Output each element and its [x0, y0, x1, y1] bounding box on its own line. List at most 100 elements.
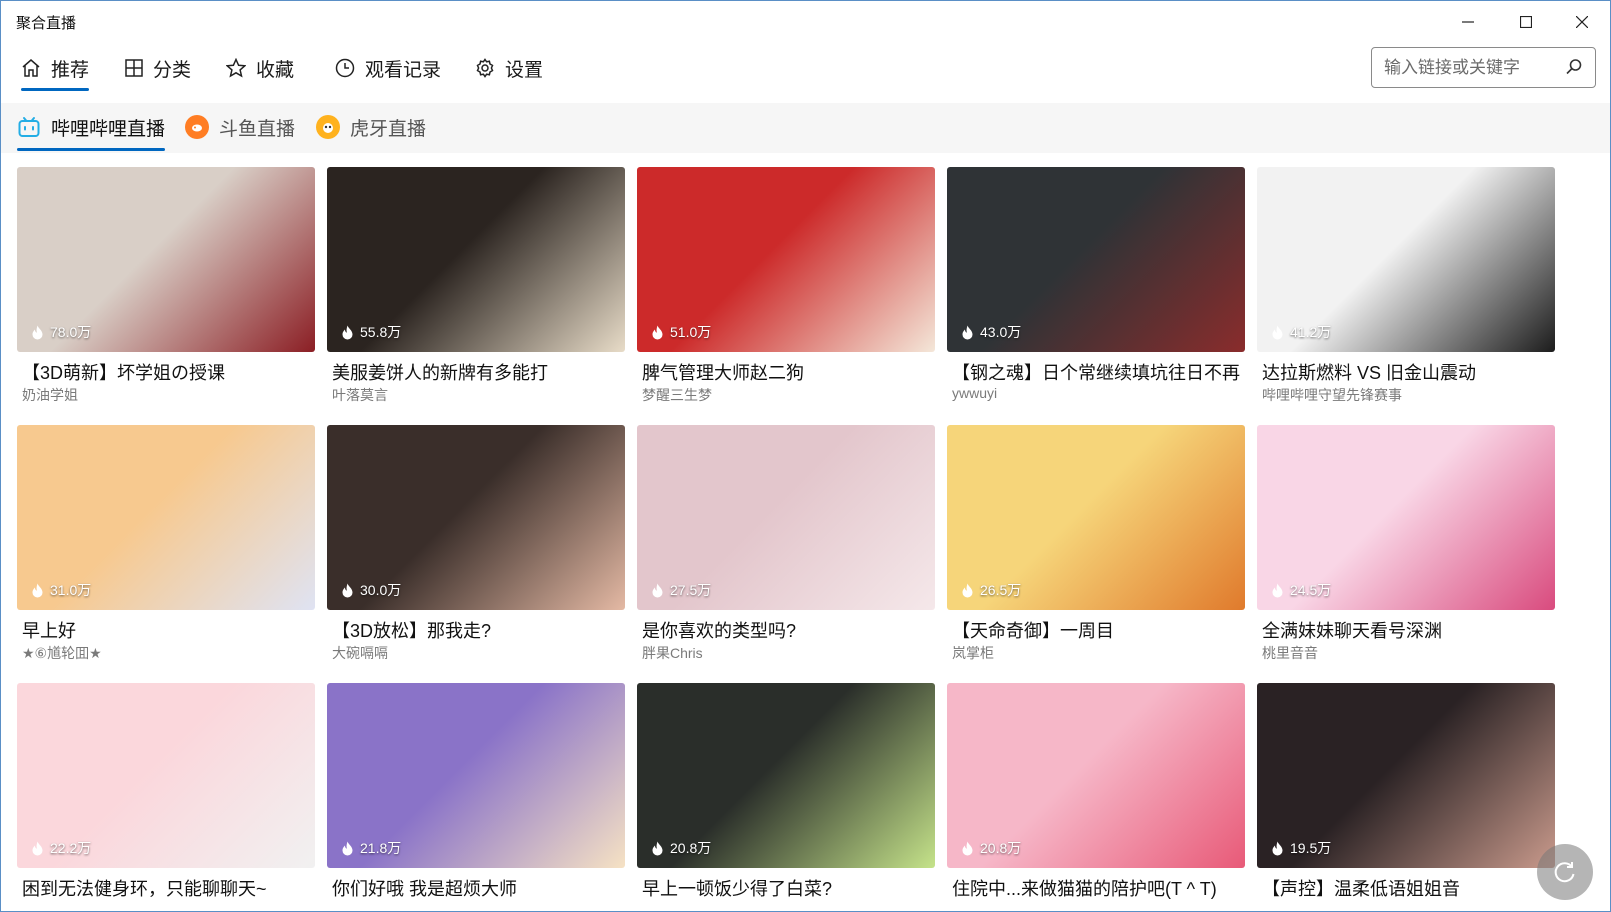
room-thumbnail[interactable]: 78.0万: [17, 167, 315, 352]
room-card[interactable]: 78.0万 【3D萌新】坏学姐の授课 奶油学姐: [17, 167, 315, 407]
viewer-count-label: 22.2万: [50, 840, 92, 856]
viewer-count-label: 21.8万: [360, 840, 402, 856]
minimize-icon: [1462, 21, 1474, 23]
room-card[interactable]: 19.5万【声控】温柔低语姐姐音: [1257, 683, 1555, 911]
maximize-button[interactable]: [1498, 1, 1554, 43]
room-thumbnail[interactable]: 26.5万: [947, 425, 1245, 610]
refresh-button[interactable]: [1537, 844, 1593, 900]
viewer-count-label: 19.5万: [1290, 840, 1332, 856]
room-title: 美服姜饼人的新牌有多能打: [332, 363, 548, 383]
tab-label: 虎牙直播: [350, 118, 427, 140]
title-bar: 聚合直播: [1, 1, 1610, 43]
streamer-name: ★⑥馗轮囬★: [22, 645, 102, 661]
room-card[interactable]: 27.5万是你喜欢的类型吗? 胖果Chris: [637, 425, 935, 665]
maximize-icon: [1520, 16, 1532, 28]
viewer-count-label: 20.8万: [670, 840, 712, 856]
viewer-count: 21.8万: [341, 838, 401, 858]
room-card[interactable]: 20.8万 早上一顿饭少得了白菜?: [637, 683, 935, 911]
clock-icon: [335, 58, 355, 78]
minimize-button[interactable]: [1440, 1, 1496, 43]
app-title: 聚合直播: [16, 15, 77, 32]
room-card[interactable]: 22.2万 困到无法健身环，只能聊聊天~: [17, 683, 315, 911]
room-card[interactable]: 51.0万脾气管理大师赵二狗梦醒三生梦: [637, 167, 935, 407]
viewer-count: 43.0万: [961, 322, 1021, 342]
room-thumbnail[interactable]: 30.0万: [327, 425, 625, 610]
tab-douyu[interactable]: 斗鱼直播: [185, 109, 295, 145]
room-thumbnail[interactable]: 20.8万: [947, 683, 1245, 868]
streamer-name: 胖果Chris: [642, 645, 703, 661]
viewer-count-label: 26.5万: [980, 582, 1022, 598]
room-card[interactable]: 24.5万 全满妹妹聊天看号深渊 桃里音音: [1257, 425, 1555, 665]
nav-item-history[interactable]: 观看记录: [335, 47, 441, 89]
room-title: 【3D放松】那我走?: [332, 621, 492, 641]
room-title: 达拉斯燃料 VS 旧金山震动: [1262, 363, 1477, 383]
nav-label: 收藏: [256, 59, 295, 81]
room-thumbnail[interactable]: 43.0万: [947, 167, 1245, 352]
room-thumbnail[interactable]: 31.0万: [17, 425, 315, 610]
room-thumbnail[interactable]: 22.2万: [17, 683, 315, 868]
search-icon[interactable]: [1565, 58, 1583, 81]
nav-item-settings[interactable]: 设置: [475, 47, 543, 89]
fire-icon: [32, 841, 43, 855]
nav-item-category[interactable]: 分类: [125, 47, 191, 89]
room-thumbnail[interactable]: 55.8万: [327, 167, 625, 352]
viewer-count-label: 41.2万: [1290, 324, 1332, 340]
room-card[interactable]: 43.0万 【钢之魂】日个常继续填坑往日不再 ywwuyi: [947, 167, 1245, 407]
room-title: 早上好: [22, 621, 76, 641]
fire-icon: [652, 325, 663, 339]
huya-logo-icon: [316, 115, 340, 139]
viewer-count: 78.0万: [31, 322, 91, 342]
room-thumbnail[interactable]: 27.5万: [637, 425, 935, 610]
room-title: 脾气管理大师赵二狗: [642, 363, 804, 383]
room-thumbnail[interactable]: 51.0万: [637, 167, 935, 352]
viewer-count-label: 20.8万: [980, 840, 1022, 856]
viewer-count: 30.0万: [341, 580, 401, 600]
nav-item-recommend[interactable]: 推荐: [21, 47, 90, 91]
tab-bilibili[interactable]: 哔哩哔哩直播: [17, 109, 166, 151]
nav-label: 设置: [505, 59, 544, 81]
room-card[interactable]: 55.8万美服姜饼人的新牌有多能打叶落莫言: [327, 167, 625, 407]
room-thumbnail[interactable]: 24.5万: [1257, 425, 1555, 610]
fire-icon: [32, 583, 43, 597]
viewer-count: 55.8万: [341, 322, 401, 342]
nav-item-favorites[interactable]: 收藏: [226, 47, 294, 89]
search-box[interactable]: [1371, 47, 1596, 88]
room-card[interactable]: 21.8万 你们好哦 我是超烦大师: [327, 683, 625, 911]
viewer-count: 24.5万: [1271, 580, 1331, 600]
streamer-name: 哔哩哔哩守望先锋赛事: [1262, 387, 1402, 403]
app-window: 聚合直播 推荐 分类 收藏 观看记录 设置 输入链接或关键字 哔哩哔哩直播 斗鱼…: [0, 0, 1611, 912]
streamer-name: 叶落莫言: [332, 387, 388, 403]
fire-icon: [652, 841, 663, 855]
fire-icon: [1272, 841, 1283, 855]
room-thumbnail[interactable]: 21.8万: [327, 683, 625, 868]
room-card[interactable]: 31.0万早上好 ★⑥馗轮囬★: [17, 425, 315, 665]
room-card[interactable]: 30.0万【3D放松】那我走? 大碗嗝嗝: [327, 425, 625, 665]
close-button[interactable]: [1554, 1, 1610, 43]
fire-icon: [1272, 583, 1283, 597]
tab-huya[interactable]: 虎牙直播: [316, 109, 426, 145]
nav-label: 观看记录: [365, 59, 442, 81]
room-title: 住院中...来做猫猫的陪护吧(T ^ T): [952, 879, 1217, 899]
viewer-count: 19.5万: [1271, 838, 1331, 858]
room-thumbnail[interactable]: 19.5万: [1257, 683, 1555, 868]
fire-icon: [342, 325, 353, 339]
nav-label: 推荐: [51, 59, 90, 81]
room-card[interactable]: 41.2万达拉斯燃料 VS 旧金山震动哔哩哔哩守望先锋赛事: [1257, 167, 1555, 407]
search-input[interactable]: [1384, 56, 1559, 80]
room-thumbnail[interactable]: 20.8万: [637, 683, 935, 868]
nav-label: 分类: [153, 59, 192, 81]
viewer-count-label: 55.8万: [360, 324, 402, 340]
viewer-count: 20.8万: [961, 838, 1021, 858]
fire-icon: [342, 583, 353, 597]
fire-icon: [962, 583, 973, 597]
streamer-name: 桃里音音: [1262, 645, 1318, 661]
streamer-name: ywwuyi: [952, 385, 998, 401]
room-title: 【声控】温柔低语姐姐音: [1262, 879, 1460, 899]
room-title: 是你喜欢的类型吗?: [642, 621, 797, 641]
streamer-name: 梦醒三生梦: [642, 387, 712, 403]
streamer-name: 大碗嗝嗝: [332, 645, 388, 661]
room-card[interactable]: 20.8万住院中...来做猫猫的陪护吧(T ^ T): [947, 683, 1245, 911]
room-thumbnail[interactable]: 41.2万: [1257, 167, 1555, 352]
room-card[interactable]: 26.5万 【天命奇御】一周目 岚掌柜: [947, 425, 1245, 665]
star-icon: [226, 58, 246, 78]
